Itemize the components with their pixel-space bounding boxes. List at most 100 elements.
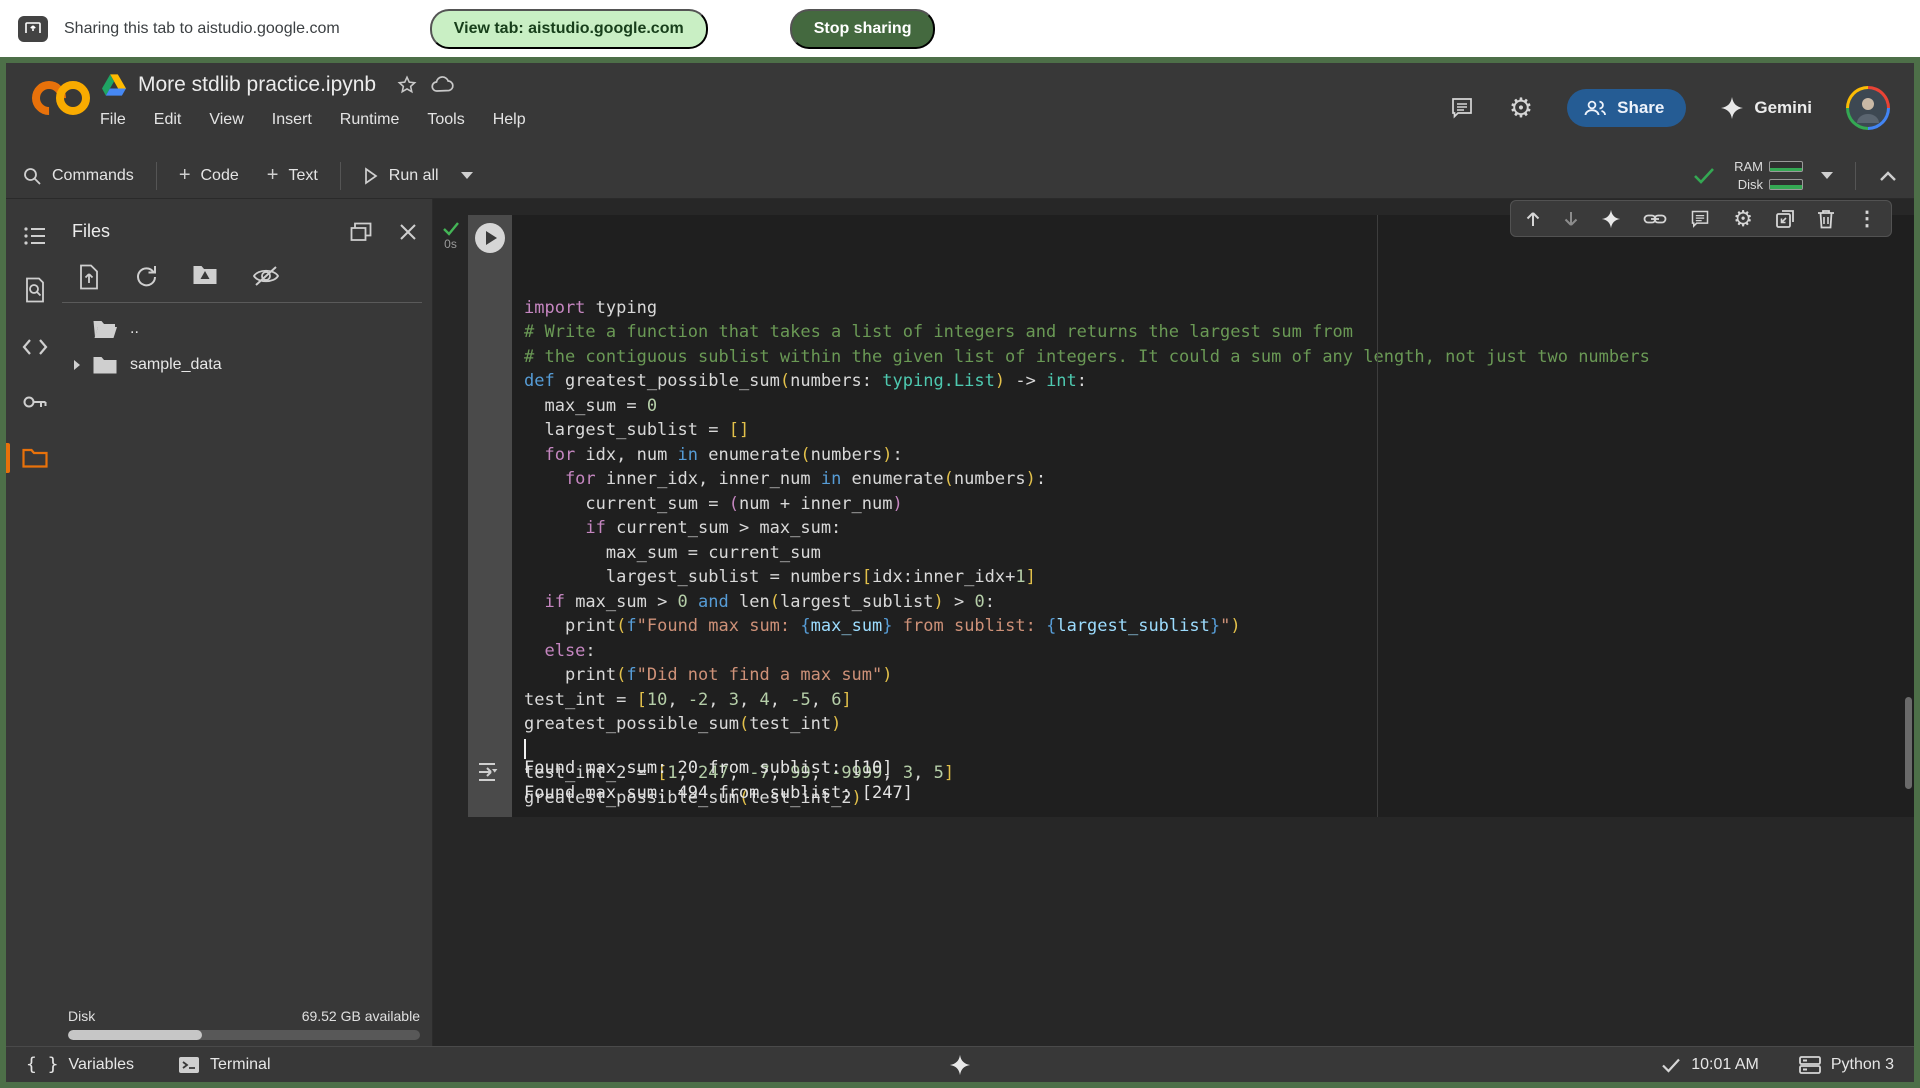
hide-hidden-files-icon[interactable] [252,264,280,290]
code-line[interactable]: test_int = [10, -2, 3, 4, -5, 6] [524,688,1914,713]
menu-file[interactable]: File [100,111,126,129]
run-menu-caret-icon[interactable] [461,172,473,179]
disk-usage-fill [68,1030,202,1040]
gemini-spark-button[interactable] [949,1054,971,1076]
ram-label: RAM [1734,159,1763,174]
code-line[interactable]: def greatest_possible_sum(numbers: typin… [524,369,1914,394]
mount-drive-icon[interactable] [192,264,218,290]
code-line[interactable]: if max_sum > 0 and len(largest_sublist) … [524,590,1914,615]
code-line[interactable]: greatest_possible_sum(test_int) [524,712,1914,737]
code-editor-text[interactable]: import typing# Write a function that tak… [512,215,1914,817]
menu-tools[interactable]: Tools [427,111,464,129]
editor-ruler [1377,215,1378,817]
header: More stdlib practice.ipynb File Edit Vie… [6,63,1914,153]
files-folder-icon[interactable] [20,443,50,473]
sidebar-icon-rail [6,199,62,1046]
code-line[interactable]: else: [524,639,1914,664]
add-text-button[interactable]: + Text [267,164,318,187]
menu-view[interactable]: View [209,111,243,129]
kernel-selector[interactable]: Python 3 [1799,1056,1894,1074]
tree-item-label: sample_data [130,356,222,374]
upload-file-icon[interactable] [78,264,100,290]
tab-sharing-banner: Sharing this tab to aistudio.google.com … [0,0,1920,57]
stop-sharing-button[interactable]: Stop sharing [790,9,936,49]
code-line[interactable]: for idx, num in enumerate(numbers): [524,443,1914,468]
last-saved-time: 10:01 AM [1661,1056,1759,1074]
code-line[interactable]: max_sum = 0 [524,394,1914,419]
find-replace-icon[interactable] [20,275,50,305]
add-text-label: Text [288,167,317,185]
code-line[interactable]: current_sum = (num + inner_num) [524,492,1914,517]
open-panel-in-tab-icon[interactable] [350,222,372,242]
avatar[interactable] [1846,86,1890,130]
run-all-button[interactable]: Run all [363,167,439,185]
sharing-status-text: Sharing this tab to aistudio.google.com [64,20,340,38]
menu-insert[interactable]: Insert [272,111,312,129]
notebook-area: ⚙ ⋮ 0s [433,199,1914,1046]
table-of-contents-icon[interactable] [20,221,50,251]
comments-icon[interactable] [1449,96,1475,120]
menu-runtime[interactable]: Runtime [340,111,400,129]
files-toolbar [62,250,422,303]
terminal-button[interactable]: Terminal [178,1056,270,1074]
code-line[interactable]: if current_sum > max_sum: [524,516,1914,541]
settings-gear-icon[interactable]: ⚙ [1509,93,1533,124]
toolbar-divider [1855,162,1856,190]
comment-icon[interactable] [1689,209,1711,229]
copy-link-icon[interactable] [1643,212,1667,226]
people-icon [1583,99,1607,117]
colab-logo-icon[interactable] [32,77,94,119]
code-line[interactable]: for inner_idx, inner_num in enumerate(nu… [524,467,1914,492]
gemini-chip[interactable]: Gemini [1720,96,1812,120]
variables-label: Variables [69,1056,135,1074]
ram-usage-bar [1769,161,1803,172]
add-code-button[interactable]: + Code [179,164,239,187]
variables-button[interactable]: { } Variables [26,1054,134,1075]
cloud-save-icon[interactable] [430,74,456,96]
file-tree: .. sample_data [62,303,432,383]
code-line[interactable]: largest_sublist = [] [524,418,1914,443]
code-line[interactable]: import typing [524,296,1914,321]
resource-meter[interactable]: RAM Disk [1734,159,1803,192]
colab-logo-right-ring [56,81,90,115]
delete-cell-icon[interactable] [1817,209,1835,229]
cell-gutter [468,215,512,817]
collapse-toolbar-icon[interactable] [1878,169,1898,183]
code-line[interactable]: largest_sublist = numbers[idx:inner_idx+… [524,565,1914,590]
secrets-key-icon[interactable] [20,387,50,417]
disk-usage-track [68,1030,420,1040]
notebook-scrollbar-thumb[interactable] [1905,697,1912,789]
toolbar-divider [156,162,157,190]
output-actions-icon[interactable] [477,760,503,805]
tree-item-sample-data[interactable]: sample_data [62,347,432,383]
output-line: Found max sum: 20 from sublist: [10] [524,756,913,781]
resource-caret-icon[interactable] [1821,172,1833,179]
move-cell-down-icon[interactable] [1563,210,1579,228]
star-icon[interactable] [396,74,418,96]
tree-item-parent-dir[interactable]: .. [62,311,432,347]
run-all-label: Run all [389,167,439,185]
share-button[interactable]: Share [1567,89,1686,127]
code-line[interactable]: # Write a function that takes a list of … [524,320,1914,345]
close-panel-icon[interactable] [398,222,418,242]
mirror-cell-icon[interactable] [1775,209,1795,229]
code-line[interactable]: max_sum = current_sum [524,541,1914,566]
menu-edit[interactable]: Edit [154,111,182,129]
cell-settings-gear-icon[interactable]: ⚙ [1733,208,1753,230]
refresh-icon[interactable] [134,264,158,290]
code-line[interactable]: print(f"Did not find a max sum") [524,663,1914,688]
code-line[interactable]: print(f"Found max sum: {max_sum} from su… [524,614,1914,639]
view-tab-button[interactable]: View tab: aistudio.google.com [430,9,708,49]
move-cell-up-icon[interactable] [1525,210,1541,228]
drive-icon [102,74,126,96]
notebook-title[interactable]: More stdlib practice.ipynb [138,73,376,97]
code-snippets-icon[interactable] [20,332,50,362]
gemini-sparkle-icon[interactable] [1601,209,1621,229]
disk-available-text: 69.52 GB available [302,1008,420,1024]
code-line[interactable]: # the contiguous sublist within the give… [524,345,1914,370]
commands-button[interactable]: Commands [22,166,134,186]
menu-help[interactable]: Help [493,111,526,129]
expand-chevron-icon[interactable] [62,358,92,372]
more-options-icon[interactable]: ⋮ [1857,209,1877,229]
run-cell-button[interactable] [475,223,505,253]
